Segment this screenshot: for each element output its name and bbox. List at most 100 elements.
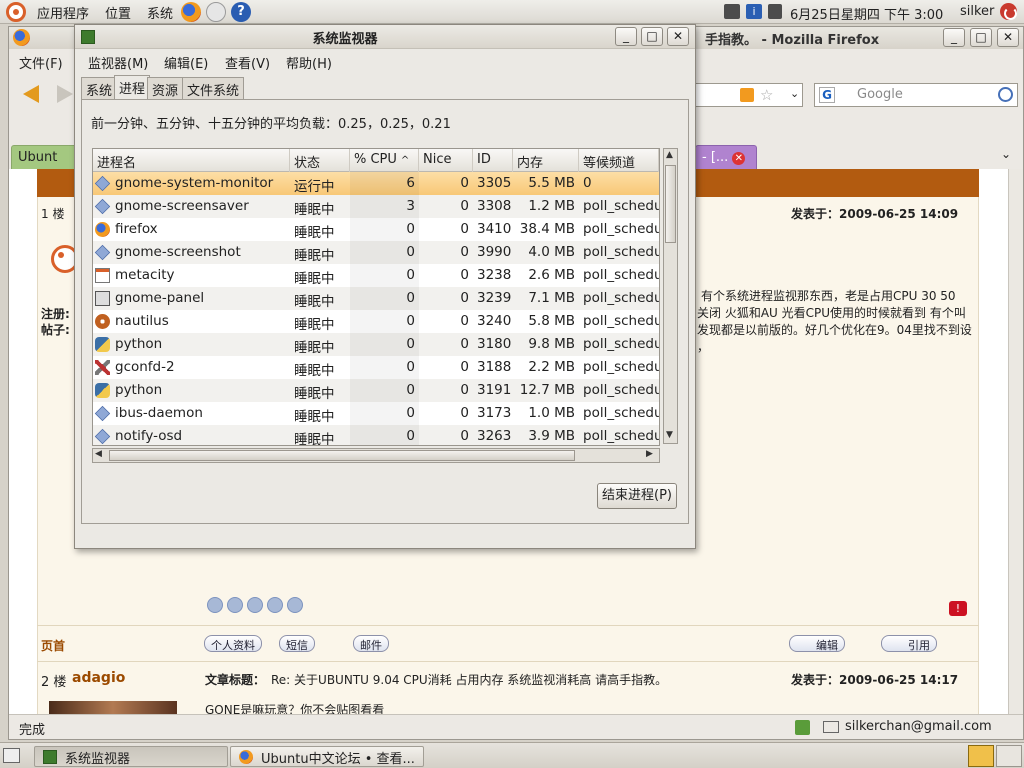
- python-icon: [95, 337, 110, 352]
- end-process-button[interactable]: 结束进程(P): [597, 483, 677, 509]
- network-icon[interactable]: [724, 4, 740, 19]
- pm-button[interactable]: 短信: [279, 635, 315, 652]
- user-name[interactable]: silker: [960, 4, 994, 19]
- show-desktop-icon[interactable]: [3, 748, 20, 763]
- col-header-memory[interactable]: 内存: [513, 149, 579, 172]
- edit-button[interactable]: 编辑: [789, 635, 845, 652]
- url-dropdown-icon[interactable]: ⌄: [790, 87, 799, 100]
- col-header-id[interactable]: ID: [473, 149, 513, 172]
- cell-text: poll_schedu: [583, 313, 659, 329]
- report-icon[interactable]: !: [949, 601, 967, 616]
- scroll-down-icon[interactable]: ▼: [666, 430, 673, 440]
- tab-system[interactable]: 系统: [81, 77, 118, 99]
- table-row[interactable]: python 睡眠中 0 0 3191 12.7 MB poll_schedu: [93, 379, 659, 402]
- maximize-button[interactable]: □: [641, 27, 663, 46]
- forward-icon[interactable]: [57, 85, 73, 103]
- scroll-right-icon[interactable]: ▶: [646, 449, 653, 459]
- mail-launcher-icon[interactable]: [206, 2, 226, 22]
- table-row[interactable]: gnome-screensaver 睡眠中 3 0 3308 1.2 MB poll_sch…: [93, 195, 659, 218]
- cell-wchan: poll_schedu: [579, 333, 659, 356]
- info-icon[interactable]: i: [746, 4, 762, 19]
- tab-list-icon[interactable]: ⌄: [1001, 147, 1011, 161]
- tab-ubuntu[interactable]: Ubunt: [11, 145, 77, 169]
- col-header-cpu-label: % CPU: [354, 152, 397, 167]
- maximize-button[interactable]: □: [970, 28, 992, 47]
- top-of-page-link[interactable]: 页首: [41, 637, 65, 654]
- cell-text: 3410: [477, 221, 512, 237]
- bookmark-star-icon[interactable]: ☆: [760, 86, 773, 104]
- cell-wchan: poll_schedu: [579, 356, 659, 379]
- help-launcher-icon[interactable]: ?: [231, 2, 251, 22]
- cell-cpu: 0: [350, 241, 419, 264]
- status-email[interactable]: silkerchan@gmail.com: [845, 719, 992, 734]
- tab-close-icon[interactable]: ✕: [732, 152, 746, 165]
- search-input[interactable]: Google: [857, 87, 903, 102]
- table-row[interactable]: python 睡眠中 0 0 3180 9.8 MB poll_schedu: [93, 333, 659, 356]
- quote-button[interactable]: 引用: [881, 635, 937, 652]
- clock[interactable]: 6月25日星期四 下午 3:00: [790, 4, 943, 23]
- col-header-state[interactable]: 状态: [290, 149, 350, 172]
- firefox-file-menu[interactable]: 文件(F): [19, 53, 63, 72]
- taskbar-item-monitor[interactable]: 系统监视器: [34, 746, 228, 767]
- tab-resources[interactable]: 资源: [147, 77, 184, 99]
- search-bar[interactable]: G Google: [814, 83, 1018, 107]
- email-button[interactable]: 邮件: [353, 635, 389, 652]
- firefox-launcher-icon[interactable]: [181, 2, 201, 22]
- minimize-button[interactable]: _: [943, 28, 965, 47]
- ubuntu-logo-icon[interactable]: [6, 2, 26, 22]
- hscroll-thumb[interactable]: [109, 450, 575, 461]
- scroll-left-icon[interactable]: ◀: [95, 449, 102, 459]
- cell-cpu: 0: [350, 356, 419, 379]
- table-row[interactable]: gnome-panel 睡眠中 0 0 3239 7.1 MB poll_schedu: [93, 287, 659, 310]
- google-engine-icon[interactable]: G: [819, 87, 835, 103]
- menu-view[interactable]: 查看(V): [225, 53, 270, 72]
- back-icon[interactable]: [23, 85, 39, 103]
- profile-button[interactable]: 个人资料: [204, 635, 262, 652]
- post2-author[interactable]: adagio: [72, 670, 125, 686]
- table-row[interactable]: gconfd-2 睡眠中 0 0 3188 2.2 MB poll_schedu: [93, 356, 659, 379]
- system-menu[interactable]: 系统: [147, 3, 173, 22]
- vscroll-thumb[interactable]: [665, 165, 676, 243]
- table-row[interactable]: gnome-system-monitor 运行中 6 0 3305 5.5 MB 0: [93, 172, 659, 195]
- workspace-2[interactable]: [996, 745, 1022, 767]
- monitor-titlebar[interactable]: 系统监视器 _ □ ✕: [75, 25, 695, 49]
- cell-id: 3410: [473, 218, 513, 241]
- url-bar[interactable]: ☆ ⌄: [695, 83, 803, 107]
- rss-icon[interactable]: [740, 88, 754, 102]
- col-header-nice[interactable]: Nice: [419, 149, 473, 172]
- table-row[interactable]: gnome-screenshot 睡眠中 0 0 3990 4.0 MB poll_sche…: [93, 241, 659, 264]
- col-header-cpu[interactable]: % CPU ^: [350, 149, 419, 172]
- menu-help[interactable]: 帮助(H): [286, 53, 332, 72]
- table-row[interactable]: ibus-daemon 睡眠中 0 0 3173 1.0 MB poll_schedu: [93, 402, 659, 425]
- process-vscrollbar[interactable]: ▲ ▼: [663, 148, 678, 444]
- table-row[interactable]: notify-osd 睡眠中 0 0 3263 3.9 MB poll_schedu: [93, 425, 659, 445]
- col-header-wchan[interactable]: 等候频道: [579, 149, 659, 172]
- tab-forum[interactable]: - [... ✕: [695, 145, 757, 169]
- search-icon[interactable]: [998, 87, 1013, 102]
- workspace-1[interactable]: [968, 745, 994, 767]
- mail-icon[interactable]: [823, 721, 839, 733]
- tab-processes[interactable]: 进程: [114, 75, 151, 99]
- places-menu[interactable]: 位置: [105, 3, 131, 22]
- minimize-button[interactable]: _: [615, 27, 637, 46]
- menu-monitor[interactable]: 监视器(M): [88, 53, 148, 72]
- process-table[interactable]: 进程名 状态 % CPU ^ Nice ID 内存 等候频道 gnome-syst…: [92, 148, 660, 446]
- table-row[interactable]: metacity 睡眠中 0 0 3238 2.6 MB poll_schedu: [93, 264, 659, 287]
- tab-filesystems[interactable]: 文件系统: [182, 77, 245, 99]
- table-row[interactable]: nautilus 睡眠中 0 0 3240 5.8 MB poll_schedu: [93, 310, 659, 333]
- table-row[interactable]: firefox 睡眠中 0 0 3410 38.4 MB poll_schedu: [93, 218, 659, 241]
- col-header-name[interactable]: 进程名: [93, 149, 290, 172]
- close-button[interactable]: ✕: [667, 27, 689, 46]
- applications-menu[interactable]: 应用程序: [37, 3, 89, 22]
- process-hscrollbar[interactable]: ◀ ▶: [92, 448, 660, 463]
- volume-icon[interactable]: [768, 4, 782, 19]
- power-icon[interactable]: [1000, 3, 1017, 20]
- cell-text: 3240: [477, 313, 512, 329]
- taskbar-item-firefox[interactable]: Ubuntu中文论坛 • 查看...: [230, 746, 424, 767]
- cell-nice: 0: [419, 356, 473, 379]
- menu-edit[interactable]: 编辑(E): [164, 53, 208, 72]
- page-scrollbar[interactable]: [1008, 169, 1023, 714]
- addon-icon[interactable]: [795, 720, 810, 735]
- scroll-up-icon[interactable]: ▲: [666, 150, 673, 160]
- close-button[interactable]: ✕: [997, 28, 1019, 47]
